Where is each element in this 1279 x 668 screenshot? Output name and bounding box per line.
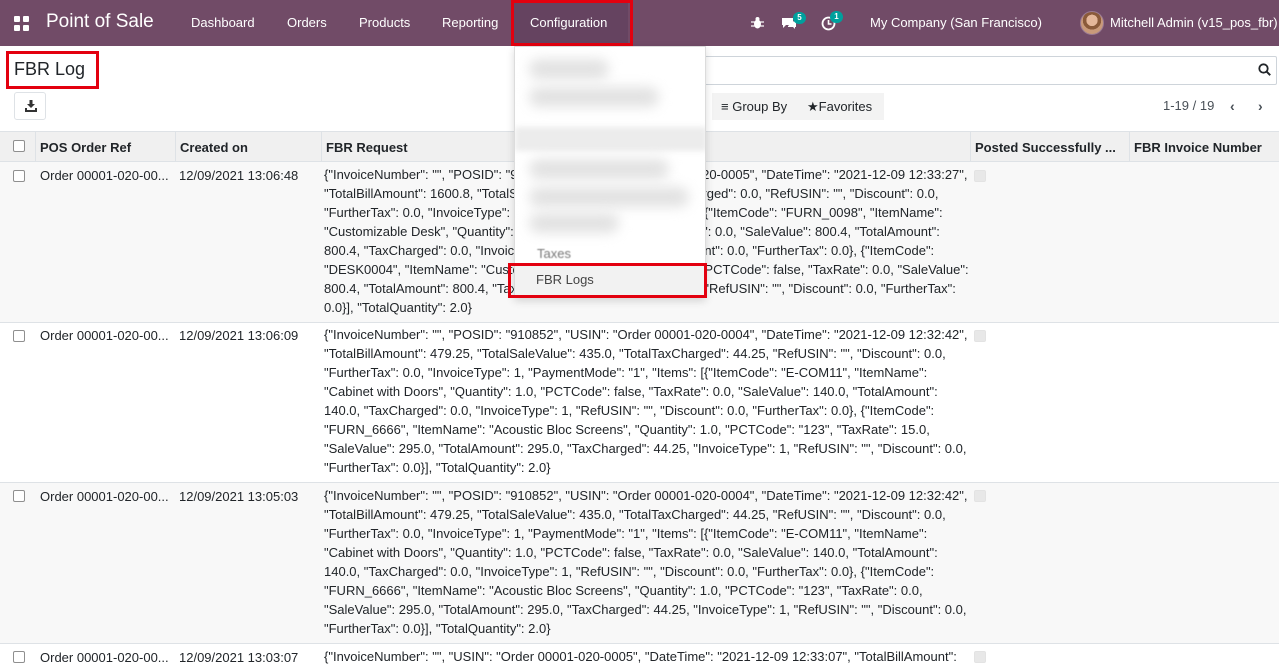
row-created-on: 12/09/2021 13:05:03 — [179, 489, 299, 504]
table-row[interactable]: Order 00001-020-00... 12/09/2021 13:05:0… — [0, 483, 1279, 644]
row-checkbox[interactable] — [13, 330, 25, 342]
header-posted-successfully[interactable]: Posted Successfully ... — [975, 140, 1116, 155]
blurred-menu-item[interactable] — [529, 59, 609, 79]
blurred-menu-item[interactable] — [529, 213, 619, 233]
activity-badge: 1 — [830, 11, 843, 23]
row-created-on: 12/09/2021 13:03:07 — [179, 650, 299, 665]
pager-previous-icon[interactable]: ‹ — [1230, 98, 1235, 114]
row-order-ref: Order 00001-020-00... — [40, 168, 169, 183]
row-checkbox[interactable] — [13, 490, 25, 502]
blurred-menu-item[interactable] — [515, 127, 705, 151]
menu-reporting[interactable]: Reporting — [442, 15, 498, 30]
column-divider — [175, 131, 176, 162]
group-by-label: Group By — [732, 99, 788, 114]
configuration-dropdown: Taxes FBR Logs — [514, 46, 706, 298]
header-pos-order-ref[interactable]: POS Order Ref — [40, 140, 131, 155]
apps-menu-icon[interactable] — [14, 16, 29, 31]
row-fbr-request: {"InvoiceNumber": "", "POSID": "910852",… — [324, 327, 968, 475]
search-icon[interactable] — [1258, 63, 1271, 76]
row-posted-checkbox — [974, 651, 986, 663]
row-order-ref: Order 00001-020-00... — [40, 650, 169, 665]
highlight-configuration — [511, 0, 633, 46]
menu-orders[interactable]: Orders — [287, 15, 327, 30]
row-checkbox[interactable] — [13, 651, 25, 663]
top-navbar: Point of Sale Dashboard Orders Products … — [0, 0, 1279, 46]
user-menu[interactable]: Mitchell Admin (v15_pos_fbr) — [1110, 15, 1278, 30]
row-posted-checkbox — [974, 170, 986, 182]
column-divider — [321, 131, 322, 162]
star-icon: ★ — [807, 99, 819, 114]
row-fbr-request: {"InvoiceNumber": "", "POSID": "910852",… — [324, 488, 968, 636]
table-row[interactable]: Order 00001-020-00... 12/09/2021 13:03:0… — [0, 644, 1279, 668]
header-created-on[interactable]: Created on — [180, 140, 248, 155]
user-avatar[interactable] — [1080, 11, 1104, 35]
menu-item-taxes[interactable]: Taxes — [537, 246, 571, 261]
export-button[interactable] — [14, 92, 46, 120]
messages-badge: 5 — [793, 12, 806, 24]
row-created-on: 12/09/2021 13:06:48 — [179, 168, 299, 183]
app-name[interactable]: Point of Sale — [46, 11, 154, 33]
blurred-menu-item[interactable] — [529, 187, 689, 207]
pager-value[interactable]: 1-19 / 19 — [1163, 98, 1214, 113]
group-by-button[interactable]: ≡ Group By — [721, 99, 787, 114]
header-fbr-invoice-number[interactable]: FBR Invoice Number — [1134, 140, 1262, 155]
blurred-menu-item[interactable] — [529, 87, 659, 107]
download-icon — [25, 100, 37, 112]
header-fbr-request[interactable]: FBR Request — [326, 140, 408, 155]
pager-next-icon[interactable]: › — [1258, 98, 1263, 114]
row-fbr-request: {"InvoiceNumber": "", "USIN": "Order 000… — [324, 649, 957, 664]
debug-bug-icon[interactable] — [751, 16, 764, 30]
company-switcher[interactable]: My Company (San Francisco) — [870, 15, 1042, 30]
table-row[interactable]: Order 00001-020-00... 12/09/2021 13:06:0… — [0, 323, 1279, 483]
highlight-fbr-logs — [508, 263, 707, 298]
row-order-ref: Order 00001-020-00... — [40, 328, 169, 343]
column-divider — [35, 131, 36, 162]
column-divider — [970, 131, 971, 162]
group-by-icon: ≡ — [721, 99, 729, 114]
row-posted-checkbox — [974, 330, 986, 342]
column-divider — [1129, 131, 1130, 162]
favorites-label: Favorites — [818, 99, 873, 114]
row-created-on: 12/09/2021 13:06:09 — [179, 328, 299, 343]
row-checkbox[interactable] — [13, 170, 25, 182]
menu-products[interactable]: Products — [359, 15, 410, 30]
row-order-ref: Order 00001-020-00... — [40, 489, 169, 504]
highlight-title — [6, 51, 99, 89]
select-all-checkbox[interactable] — [13, 140, 25, 152]
menu-dashboard[interactable]: Dashboard — [191, 15, 255, 30]
blurred-menu-item[interactable] — [529, 159, 669, 179]
search-input[interactable] — [703, 56, 1277, 85]
row-posted-checkbox — [974, 490, 986, 502]
favorites-button[interactable]: ★Favorites — [807, 99, 872, 115]
